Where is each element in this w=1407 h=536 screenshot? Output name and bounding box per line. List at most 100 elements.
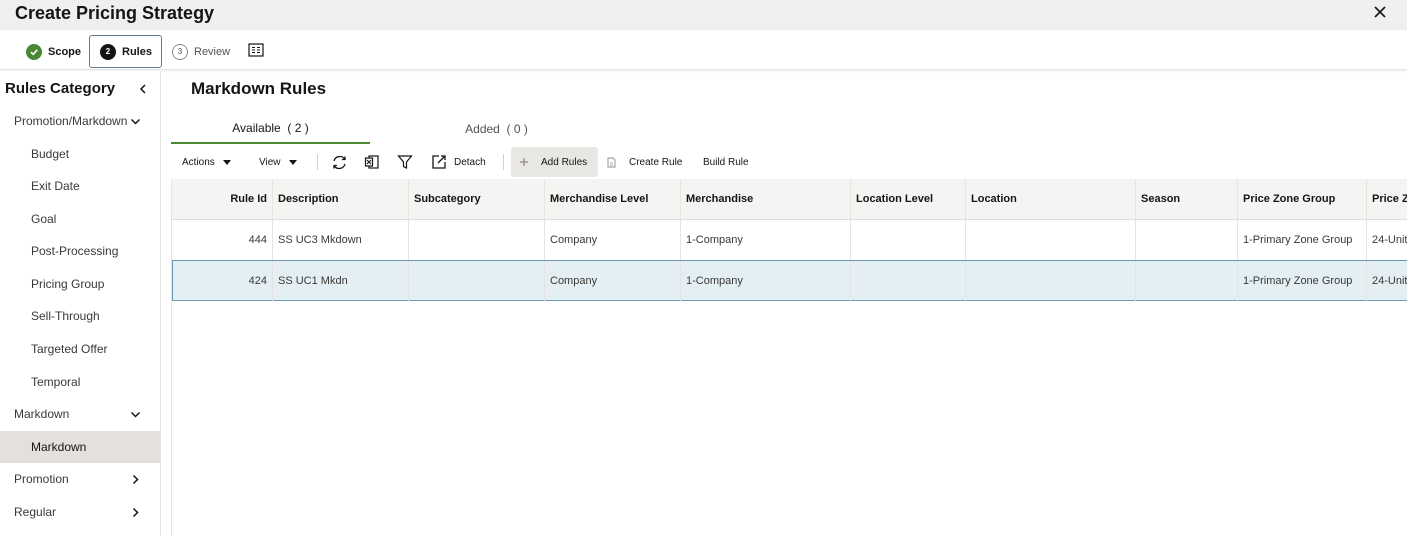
- cell-location: [966, 261, 1136, 301]
- cell-subcategory: [409, 220, 545, 260]
- step-review[interactable]: 3 Review: [172, 35, 230, 68]
- close-icon[interactable]: [1372, 4, 1388, 20]
- detach-icon: [432, 155, 446, 169]
- chevron-down-icon: [130, 118, 141, 125]
- column-header-description[interactable]: Description: [273, 179, 409, 219]
- caret-down-icon: [288, 159, 297, 165]
- sidebar-item-label: Sell-Through: [31, 309, 100, 323]
- page-title: Markdown Rules: [191, 79, 327, 98]
- cell-description: SS UC1 Mkdn: [273, 261, 409, 301]
- column-header-location-level[interactable]: Location Level: [851, 179, 966, 219]
- caret-down-icon: [222, 159, 231, 165]
- chevron-left-icon[interactable]: [137, 82, 149, 94]
- sidebar-item-sell-through[interactable]: Sell-Through: [0, 300, 160, 332]
- sidebar-item-targeted-offer[interactable]: Targeted Offer: [0, 333, 160, 365]
- sidebar-item-label: Temporal: [31, 375, 81, 389]
- toolbar-divider: [503, 154, 504, 170]
- filter-icon[interactable]: [397, 147, 413, 177]
- cell-location: [966, 220, 1136, 260]
- sidebar-item-markdown[interactable]: Markdown: [0, 431, 160, 463]
- sidebar-item-pricing-group[interactable]: Pricing Group: [0, 268, 160, 300]
- check-icon: [26, 43, 42, 60]
- toolbar: Actions View Detach Add Rules Create Rul…: [171, 147, 1407, 177]
- column-header-merchandise[interactable]: Merchandise: [681, 179, 851, 219]
- tab-label: Added: [465, 122, 500, 136]
- step-scope-label: Scope: [48, 45, 82, 58]
- actions-menu-button[interactable]: Actions: [182, 147, 231, 177]
- cell-location-level: [851, 220, 966, 260]
- toolbar-divider: [317, 154, 318, 170]
- sidebar-item-temporal[interactable]: Temporal: [0, 366, 160, 398]
- sidebar-item-label: Goal: [31, 212, 57, 226]
- dialog-title: Create Pricing Strategy: [15, 3, 215, 23]
- step-rules[interactable]: 2 Rules: [89, 35, 162, 68]
- tab-count: ( 0 ): [506, 122, 528, 136]
- column-header-price-zone-group[interactable]: Price Zone Group: [1238, 179, 1367, 219]
- build-rule-button[interactable]: Build Rule: [703, 147, 749, 177]
- step-review-label: Review: [194, 45, 231, 58]
- detach-button[interactable]: Detach: [431, 147, 486, 177]
- cell-price-zone: 24-Unit: [1367, 261, 1407, 301]
- table-row[interactable]: 424 SS UC1 Mkdn Company 1-Company 1-Prim…: [172, 260, 1407, 301]
- cell-merchandise-level: Company: [545, 220, 681, 260]
- rules-table: Rule Id Description Subcategory Merchand…: [171, 179, 1407, 536]
- step-train: Scope 2 Rules 3 Review: [0, 30, 1407, 70]
- column-header-subcategory[interactable]: Subcategory: [409, 179, 545, 219]
- column-header-price-zone[interactable]: Price Zone: [1367, 179, 1407, 219]
- sidebar-item-label: Budget: [31, 147, 70, 161]
- sidebar-group-promotion[interactable]: Promotion: [0, 463, 160, 495]
- sidebar-item-label: Targeted Offer: [31, 342, 108, 356]
- cell-description: SS UC3 Mkdown: [273, 220, 409, 260]
- step-rules-label: Rules: [122, 45, 152, 58]
- cell-location-level: [851, 261, 966, 301]
- document-icon: [607, 157, 616, 167]
- sidebar-group-promotion-markdown[interactable]: Promotion/Markdown: [0, 105, 160, 137]
- column-header-rule-id[interactable]: Rule Id: [172, 179, 273, 219]
- view-label: View: [259, 156, 281, 168]
- cell-subcategory: [409, 261, 545, 301]
- list-detail-icon[interactable]: [248, 43, 264, 57]
- sidebar-item-post-processing[interactable]: Post-Processing: [0, 235, 160, 267]
- sidebar-item-label: Markdown: [14, 407, 70, 421]
- cell-merchandise-level: Company: [545, 261, 681, 301]
- chevron-right-icon: [132, 507, 139, 517]
- table-header: Rule Id Description Subcategory Merchand…: [172, 179, 1407, 220]
- step-scope[interactable]: Scope: [26, 35, 81, 68]
- tab-count: ( 2 ): [287, 121, 309, 135]
- step-number: 3: [172, 43, 188, 60]
- export-excel-icon[interactable]: [364, 147, 380, 177]
- sidebar-group-regular[interactable]: Regular: [0, 496, 160, 528]
- cell-price-zone: 24-Unit: [1367, 220, 1407, 260]
- column-header-merchandise-level[interactable]: Merchandise Level: [545, 179, 681, 219]
- sidebar-item-label: Regular: [14, 505, 57, 519]
- actions-label: Actions: [182, 156, 215, 168]
- tab-label: Available: [232, 121, 281, 135]
- sidebar-item-goal[interactable]: Goal: [0, 203, 160, 235]
- cell-merchandise: 1-Company: [681, 261, 851, 301]
- add-rules-button[interactable]: Add Rules: [511, 147, 599, 177]
- table-row[interactable]: 444 SS UC3 Mkdown Company 1-Company 1-Pr…: [172, 220, 1407, 261]
- view-menu-button[interactable]: View: [259, 147, 297, 177]
- detach-label: Detach: [454, 156, 486, 168]
- cell-merchandise: 1-Company: [681, 220, 851, 260]
- tab-added[interactable]: Added ( 0 ): [397, 114, 596, 144]
- sidebar-group-markdown[interactable]: Markdown: [0, 398, 160, 430]
- create-rule-label: Create Rule: [629, 156, 683, 168]
- chevron-down-icon: [130, 411, 141, 418]
- step-number: 2: [100, 43, 116, 60]
- sidebar-item-budget[interactable]: Budget: [0, 138, 160, 170]
- sidebar-item-exit-date[interactable]: Exit Date: [0, 170, 160, 202]
- column-header-season[interactable]: Season: [1136, 179, 1238, 219]
- refresh-icon[interactable]: [331, 147, 348, 177]
- cell-rule-id: 424: [173, 261, 273, 301]
- sidebar-item-label: Exit Date: [31, 179, 80, 193]
- create-rule-button[interactable]: Create Rule: [607, 147, 682, 177]
- cell-season: [1136, 220, 1238, 260]
- tab-available[interactable]: Available ( 2 ): [171, 114, 370, 144]
- column-header-location[interactable]: Location: [966, 179, 1136, 219]
- cell-rule-id: 444: [172, 220, 273, 260]
- sidebar-item-label: Markdown: [31, 440, 87, 454]
- sidebar-item-label: Pricing Group: [31, 277, 105, 291]
- rules-category-panel: Rules Category Promotion/Markdown Budget…: [0, 71, 161, 536]
- sidebar-item-label: Promotion/Markdown: [14, 114, 128, 128]
